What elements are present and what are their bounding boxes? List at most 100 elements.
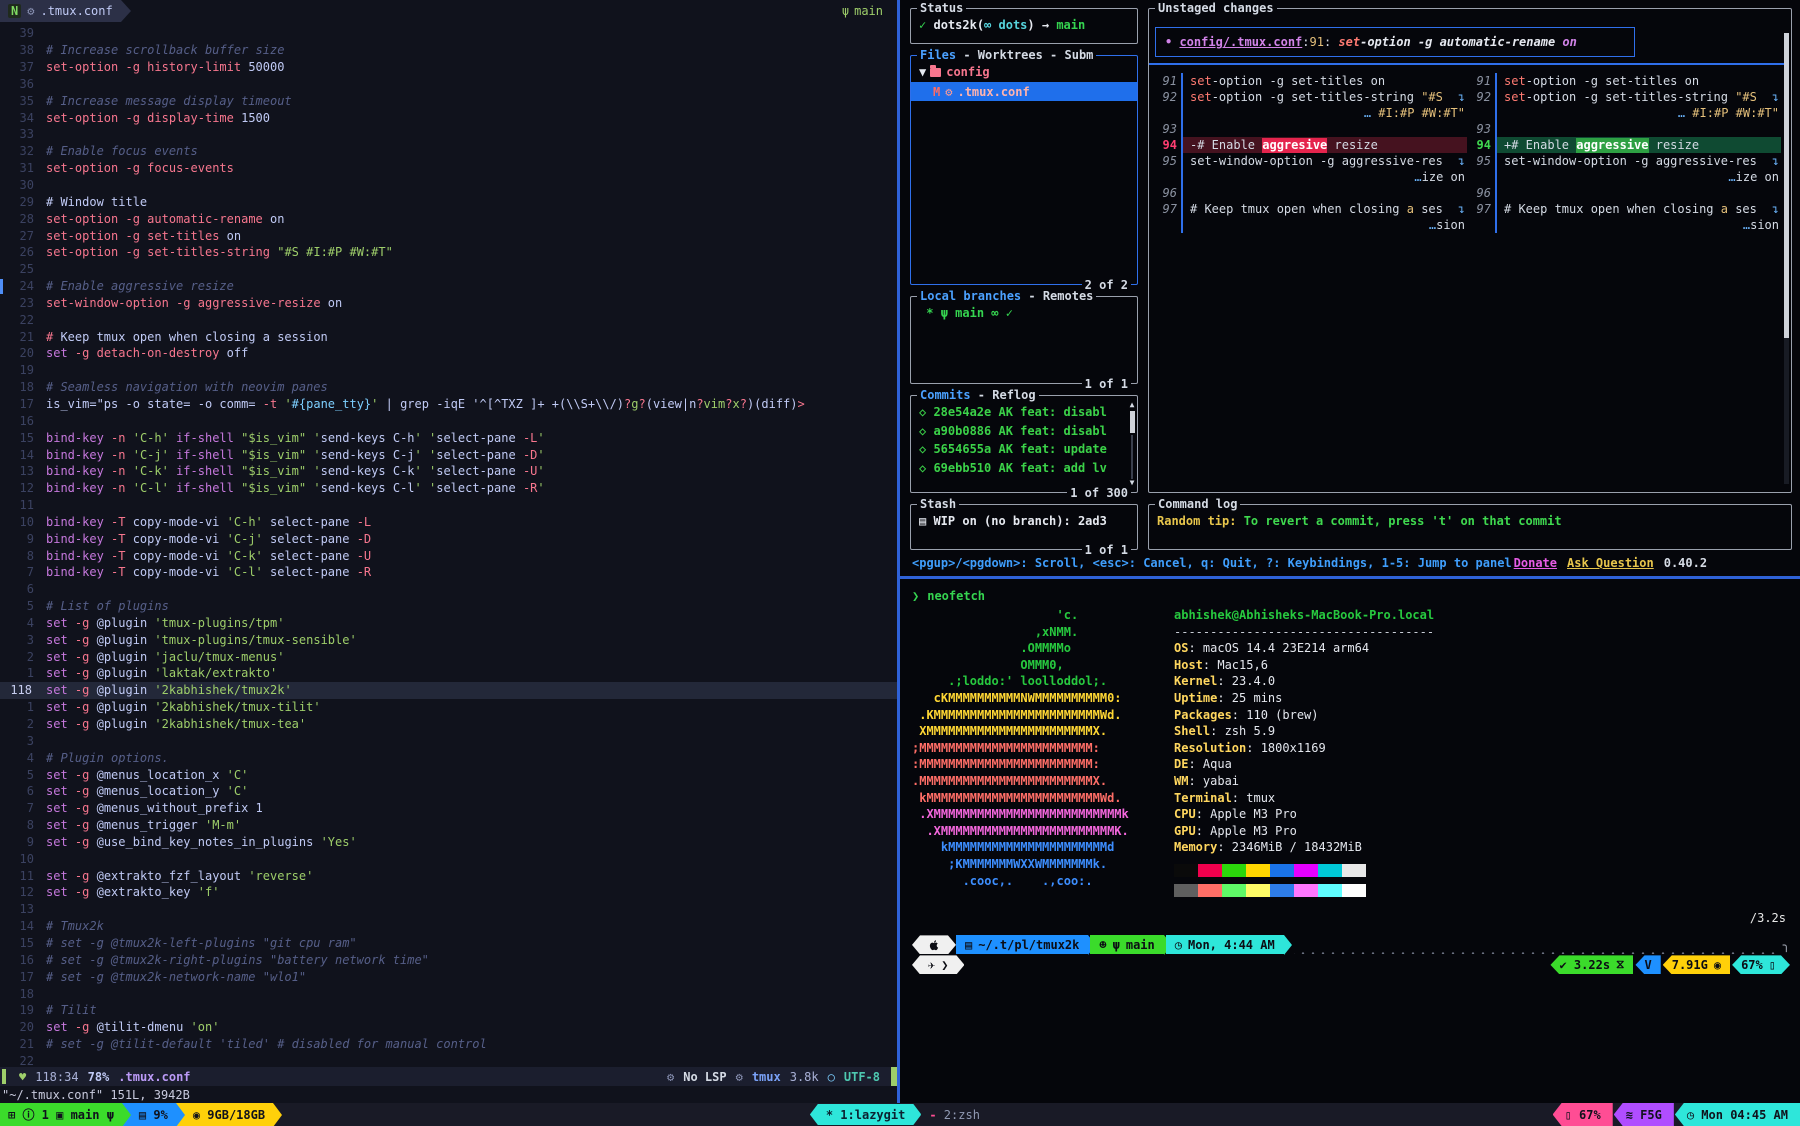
code-line[interactable]: 33	[0, 126, 897, 143]
commit-row[interactable]: ◇ 5654655a AK feat: update	[919, 440, 1131, 459]
code-line[interactable]: 30	[0, 177, 897, 194]
code-line[interactable]: 12bind-key -n 'C-l' if-shell "$is_vim" '…	[0, 480, 897, 497]
code-line[interactable]: 18# Seamless navigation with neovim pane…	[0, 379, 897, 396]
diff-line[interactable]: 94-# Enable aggresive resize94+# Enable …	[1153, 137, 1781, 153]
scrollbar-thumb[interactable]	[1130, 411, 1135, 433]
code-line[interactable]: 8set -g @menus_trigger 'M-m'	[0, 817, 897, 834]
diff-line[interactable]: 92set-option -g set-titles-string "#S↴92…	[1153, 89, 1781, 105]
code-line[interactable]: 24# Enable aggressive resize	[0, 278, 897, 295]
code-line[interactable]: 29# Window title	[0, 193, 897, 210]
code-line[interactable]: 25	[0, 261, 897, 278]
code-line[interactable]: 34set-option -g display-time 1500	[0, 109, 897, 126]
code-line[interactable]: 118set -g @plugin '2kabhishek/tmux2k'	[0, 682, 897, 699]
code-line[interactable]: 15# set -g @tmux2k-left-plugins "git cpu…	[0, 935, 897, 952]
diff-line[interactable]: 95set-window-option -g aggressive-res↴95…	[1153, 153, 1781, 169]
diff-view[interactable]: 91set-option -g set-titles on91set-optio…	[1153, 73, 1781, 233]
code-line[interactable]: 22	[0, 1052, 897, 1067]
code-line[interactable]: 19# Tilit	[0, 1002, 897, 1019]
diff-line[interactable]: … #I:#P #W:#T"… #I:#P #W:#T"	[1153, 105, 1781, 121]
code-line[interactable]: 2set -g @plugin 'jaclu/tmux-menus'	[0, 648, 897, 665]
code-line[interactable]: 16	[0, 412, 897, 429]
code-line[interactable]: 32# Enable focus events	[0, 143, 897, 160]
diff-line[interactable]: 9393	[1153, 121, 1781, 137]
diff-line[interactable]: 91set-option -g set-titles on91set-optio…	[1153, 73, 1781, 89]
code-line[interactable]: 11set -g @extrakto_fzf_layout 'reverse'	[0, 867, 897, 884]
vim-code-area[interactable]: 3938# Increase scrollback buffer size37s…	[0, 22, 897, 1067]
donate-link[interactable]: Donate	[1514, 556, 1557, 570]
code-line[interactable]: 10	[0, 850, 897, 867]
ask-question-link[interactable]: Ask Question	[1567, 556, 1654, 570]
code-line[interactable]: 23set-window-option -g aggressive-resize…	[0, 295, 897, 312]
code-line[interactable]: 21# set -g @tilit-default 'tiled' # disa…	[0, 1036, 897, 1053]
code-line[interactable]: 27set-option -g set-titles on	[0, 227, 897, 244]
code-line[interactable]: 18	[0, 985, 897, 1002]
code-line[interactable]: 2set -g @plugin '2kabhishek/tmux-tea'	[0, 716, 897, 733]
code-line[interactable]: 1set -g @plugin '2kabhishek/tmux-tilit'	[0, 699, 897, 716]
diff-line[interactable]: …ize on…ize on	[1153, 169, 1781, 185]
lazygit-commits-panel[interactable]: Commits - Reflog ◇ 28e54a2e AK feat: dis…	[910, 395, 1138, 493]
code-line[interactable]: 17# set -g @tmux2k-network-name "wlo1"	[0, 968, 897, 985]
commits-scrollbar[interactable]: ▲ ▼	[1128, 401, 1136, 487]
lazygit-unstaged-panel[interactable]: Unstaged changes • config/.tmux.conf:91:…	[1148, 8, 1792, 493]
code-line[interactable]: 39	[0, 25, 897, 42]
stash-row[interactable]: ▤ WIP on (no branch): 2ad3	[919, 512, 1131, 530]
code-line[interactable]: 12set -g @extrakto_key 'f'	[0, 884, 897, 901]
code-line[interactable]: 28set-option -g automatic-rename on	[0, 210, 897, 227]
diff-scrollbar-thumb[interactable]	[1784, 33, 1789, 338]
code-line[interactable]: 26set-option -g set-titles-string "#S #I…	[0, 244, 897, 261]
code-line[interactable]: 21# Keep tmux open when closing a sessio…	[0, 328, 897, 345]
scroll-up-arrow[interactable]: ▲	[1130, 401, 1135, 409]
lazygit-status-panel[interactable]: Status ✓ dots2k( ∞ dots ) → main	[910, 8, 1138, 44]
zsh-terminal-pane[interactable]: ❯ neofetch 'c. ,xNMM. .OMMMMo OMMM0, .;l…	[900, 579, 1800, 1103]
tmux-window-active[interactable]: * 1:lazygit	[810, 1104, 921, 1125]
code-line[interactable]: 7bind-key -T copy-mode-vi 'C-l' select-p…	[0, 564, 897, 581]
tmux-window-other[interactable]: - 2:zsh	[929, 1108, 980, 1122]
code-line[interactable]: 38# Increase scrollback buffer size	[0, 42, 897, 59]
code-line[interactable]: 31set-option -g focus-events	[0, 160, 897, 177]
folder-row[interactable]: ▼ config	[919, 63, 1131, 81]
code-line[interactable]: 22	[0, 311, 897, 328]
expander-icon[interactable]: ▼	[919, 65, 926, 79]
code-line[interactable]: 4set -g @plugin 'tmux-plugins/tpm'	[0, 615, 897, 632]
code-line[interactable]: 19	[0, 362, 897, 379]
code-line[interactable]: 5set -g @menus_location_x 'C'	[0, 766, 897, 783]
vim-buffer-tab[interactable]: N ⚙ .tmux.conf	[0, 0, 121, 22]
code-line[interactable]: 9set -g @use_bind_key_notes_in_plugins '…	[0, 834, 897, 851]
code-line[interactable]: 3set -g @plugin 'tmux-plugins/tmux-sensi…	[0, 631, 897, 648]
code-line[interactable]: 20set -g detach-on-destroy off	[0, 345, 897, 362]
selected-file-row[interactable]: M ⚙ .tmux.conf	[911, 82, 1137, 101]
code-line[interactable]: 36	[0, 76, 897, 93]
branch-row[interactable]: * ψ main ∞ ✓	[919, 304, 1131, 322]
neovim-pane[interactable]: N ⚙ .tmux.conf ψ main 3938# Increase scr…	[0, 0, 897, 1103]
code-line[interactable]: 7set -g @menus_without_prefix 1	[0, 800, 897, 817]
commit-row[interactable]: ◇ a90b0886 AK feat: disabl	[919, 422, 1131, 441]
commit-row[interactable]: ◇ 28e54a2e AK feat: disabl	[919, 403, 1131, 422]
commit-row[interactable]: ◇ 69ebb510 AK feat: add lv	[919, 459, 1131, 478]
code-line[interactable]: 9bind-key -T copy-mode-vi 'C-j' select-p…	[0, 530, 897, 547]
code-line[interactable]: 17is_vim="ps -o state= -o comm= -t '#{pa…	[0, 396, 897, 413]
code-line[interactable]: 14bind-key -n 'C-j' if-shell "$is_vim" '…	[0, 446, 897, 463]
code-line[interactable]: 8bind-key -T copy-mode-vi 'C-k' select-p…	[0, 547, 897, 564]
lazygit-stash-panel[interactable]: Stash ▤ WIP on (no branch): 2ad3 1 of 1	[910, 504, 1138, 550]
code-line[interactable]: 11	[0, 497, 897, 514]
code-line[interactable]: 37set-option -g history-limit 50000	[0, 59, 897, 76]
code-line[interactable]: 20set -g @tilit-dmenu 'on'	[0, 1019, 897, 1036]
code-line[interactable]: 6set -g @menus_location_y 'C'	[0, 783, 897, 800]
code-line[interactable]: 15bind-key -n 'C-h' if-shell "$is_vim" '…	[0, 429, 897, 446]
code-line[interactable]: 16# set -g @tmux2k-right-plugins "batter…	[0, 951, 897, 968]
code-line[interactable]: 4# Plugin options.	[0, 749, 897, 766]
code-line[interactable]: 13bind-key -n 'C-k' if-shell "$is_vim" '…	[0, 463, 897, 480]
lazygit-branches-panel[interactable]: Local branches - Remotes * ψ main ∞ ✓ 1 …	[910, 296, 1138, 384]
code-line[interactable]: 14# Tmux2k	[0, 918, 897, 935]
code-line[interactable]: 6	[0, 581, 897, 598]
diff-line[interactable]: 9696	[1153, 185, 1781, 201]
code-line[interactable]: 35# Increase message display timeout	[0, 92, 897, 109]
lazygit-files-panel[interactable]: Files - Worktrees - Subm ▼ config M ⚙ .t…	[910, 55, 1138, 285]
diff-line[interactable]: …sion…sion	[1153, 217, 1781, 233]
code-line[interactable]: 1set -g @plugin 'laktak/extrakto'	[0, 665, 897, 682]
code-line[interactable]: 13	[0, 901, 897, 918]
code-line[interactable]: 10bind-key -T copy-mode-vi 'C-h' select-…	[0, 513, 897, 530]
diff-file-header[interactable]: • config/.tmux.conf:91: set-option -g au…	[1155, 27, 1635, 57]
diff-line[interactable]: 97# Keep tmux open when closing a ses↴97…	[1153, 201, 1781, 217]
diff-scrollbar[interactable]	[1784, 33, 1789, 484]
